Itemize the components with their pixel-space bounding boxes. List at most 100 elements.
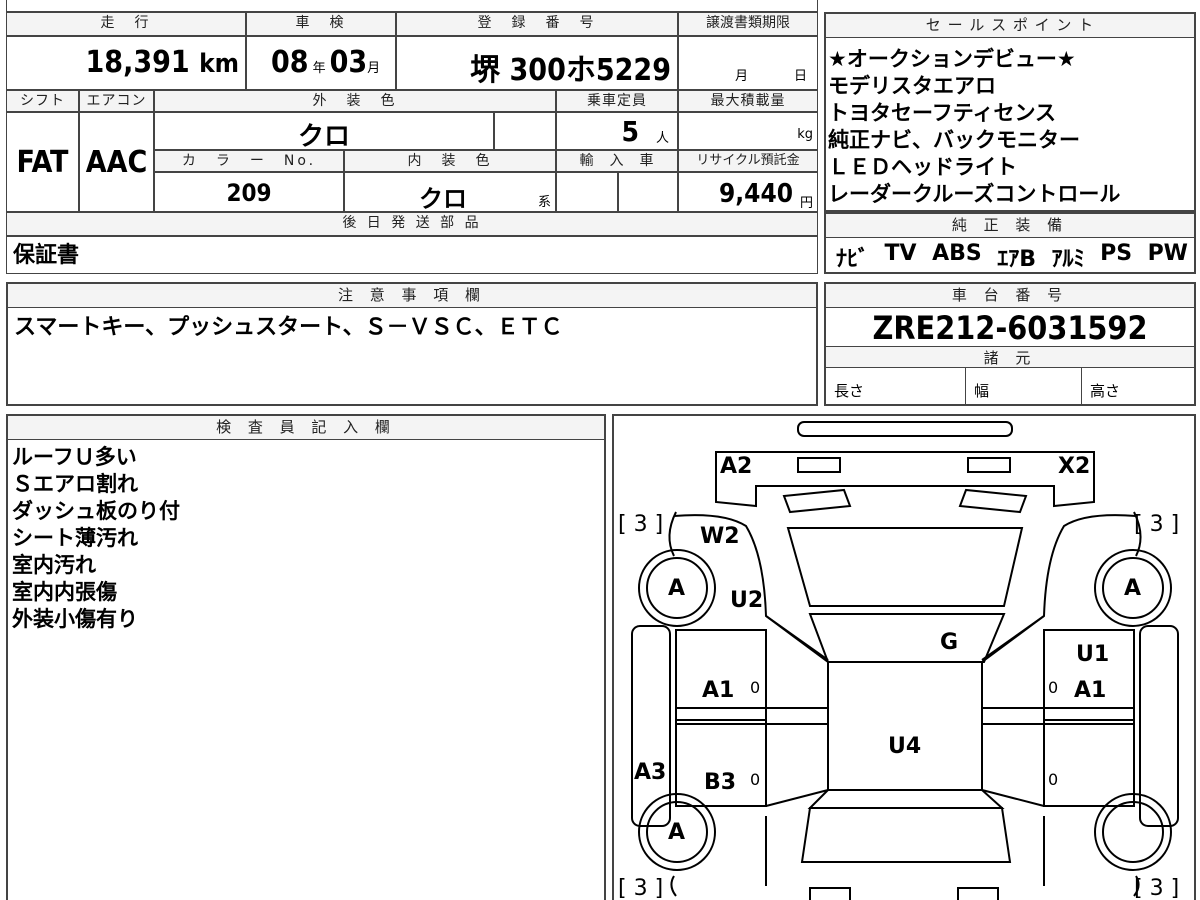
- capacity-cell: 5 人: [556, 112, 678, 150]
- genuine-equipment-header: 純 正 装 備: [826, 214, 1194, 238]
- sales-point-line: モデリスタエアロ: [828, 74, 996, 98]
- import-header: 輸 入 車: [556, 150, 678, 172]
- recycle-fee-header: リサイクル預託金: [678, 150, 818, 172]
- inspection-year: 08: [271, 45, 309, 80]
- equipment-item-pw: PW: [1147, 241, 1188, 266]
- inspection-cell: 08 年 03月: [246, 36, 396, 90]
- spec-length-cell: 長さ: [826, 368, 966, 404]
- spec-height-label: 高さ: [1090, 382, 1121, 400]
- inspection-year-unit: 年: [312, 61, 326, 76]
- equipment-item-navi: ﾅﾋﾞ: [836, 247, 870, 272]
- deadline-day-unit: 日: [793, 69, 807, 84]
- registration-number: 堺 300ホ5229: [470, 53, 671, 88]
- sales-point-line: レーダークルーズコントロール: [828, 182, 1121, 206]
- mileage-unit: km: [199, 49, 239, 79]
- sales-point-line: トヨタセーフティセンス: [828, 101, 1057, 125]
- inspector-line: 外装小傷有り: [12, 607, 138, 631]
- label-g: G: [940, 630, 959, 655]
- label-zero: 0: [1048, 678, 1059, 697]
- mileage-header: 走 行: [6, 12, 246, 36]
- inspection-month-unit: 月: [367, 61, 381, 76]
- registration-cell: 堺 300ホ5229: [396, 36, 678, 90]
- aircon-cell: AAC: [79, 112, 154, 212]
- notes-panel: 注 意 事 項 欄 スマートキー、プッシュスタート、Ｓ－ＶＳＣ、ＥＴＣ: [6, 282, 818, 406]
- label-a1-left: A1: [702, 678, 735, 703]
- spec-width-label: 幅: [974, 382, 990, 400]
- spec-height-cell: 高さ: [1082, 368, 1194, 404]
- capacity-unit: 人: [655, 131, 669, 146]
- transfer-deadline-cell: 月 日: [678, 36, 818, 90]
- genuine-equipment-panel: 純 正 装 備 ﾅﾋﾞ TV ABS ｴｱB ｱﾙﾐ PS PW: [824, 212, 1196, 274]
- capacity-header: 乗車定員: [556, 90, 678, 112]
- genuine-equipment-items: ﾅﾋﾞ TV ABS ｴｱB ｱﾙﾐ PS PW: [836, 241, 1188, 273]
- inspection-month: 03: [329, 45, 368, 80]
- registration-header: 登 録 番 号: [396, 12, 678, 36]
- bracket-bottom-left: [ 3 ]: [618, 876, 664, 900]
- label-tire-rl: A: [668, 820, 686, 845]
- inspector-line: ルーフＵ多い: [12, 445, 137, 469]
- sales-point-line: 純正ナビ、バックモニター: [828, 128, 1080, 152]
- label-zero: 0: [750, 678, 761, 697]
- sales-points-header: セ ー ル ス ポ イ ン ト: [826, 14, 1194, 38]
- label-w2: W2: [700, 524, 740, 549]
- interior-color-cell: クロ 系: [344, 172, 556, 213]
- max-load-unit: kg: [797, 127, 813, 142]
- aircon-header: エアコン: [79, 90, 154, 112]
- spec-header: 諸 元: [826, 346, 1194, 368]
- label-u2: U2: [730, 588, 764, 613]
- shift-cell: FAT: [6, 112, 79, 212]
- spec-length-label: 長さ: [834, 382, 865, 400]
- recycle-fee-value: 9,440: [719, 179, 793, 209]
- deadline-month-unit: 月: [735, 69, 749, 84]
- interior-color-suffix: 系: [537, 195, 551, 210]
- chassis-panel: 車 台 番 号 ZRE212-6031592 諸 元 長さ 幅 高さ: [824, 282, 1196, 406]
- mileage-value: 18,391: [85, 45, 190, 80]
- interior-color-value: クロ: [419, 185, 467, 213]
- spec-width-cell: 幅: [966, 368, 1082, 404]
- notes-value: スマートキー、プッシュスタート、Ｓ－ＶＳＣ、ＥＴＣ: [14, 315, 563, 340]
- sales-points-panel: セ ー ル ス ポ イ ン ト ★オークションデビュー★ モデリスタエアロ トヨ…: [824, 12, 1196, 212]
- inspector-line: 室内汚れ: [12, 553, 96, 577]
- sales-point-line: ★オークションデビュー★: [828, 47, 1076, 71]
- label-u1: U1: [1076, 642, 1110, 667]
- bracket-top-left: [ 3 ]: [618, 512, 664, 537]
- notes-header: 注 意 事 項 欄: [8, 284, 816, 308]
- equipment-item-alloy: ｱﾙﾐ: [1051, 247, 1085, 272]
- label-zero: 0: [750, 770, 761, 789]
- max-load-header: 最大積載量: [678, 90, 818, 112]
- import-cell-b: [618, 172, 678, 212]
- top-cut-row: [6, 0, 818, 12]
- later-parts-value: 保証書: [13, 243, 80, 268]
- shift-header: シフト: [6, 90, 79, 112]
- equipment-item-tv: TV: [884, 241, 917, 266]
- inspector-header: 検 査 員 記 入 欄: [8, 416, 604, 440]
- label-tire-fl: A: [668, 576, 686, 601]
- bracket-bottom-right: [ 3 ]: [1134, 876, 1180, 900]
- equipment-item-abs: ABS: [932, 241, 982, 266]
- label-a1-right: A1: [1074, 678, 1107, 703]
- recycle-fee-cell: 9,440 円: [678, 172, 818, 212]
- equipment-item-airbag: ｴｱB: [997, 247, 1037, 272]
- later-parts-cell: 保証書: [6, 236, 818, 274]
- shift-value: FAT: [16, 145, 69, 180]
- sales-points-list: ★オークションデビュー★ モデリスタエアロ トヨタセーフティセンス 純正ナビ、バ…: [828, 46, 1192, 208]
- later-parts-header: 後 日 発 送 部 品: [6, 212, 818, 236]
- label-a3: A3: [634, 760, 667, 785]
- exterior-color-cell: クロ: [154, 112, 494, 152]
- inspector-line: Ｓエアロ割れ: [12, 472, 138, 496]
- label-u4: U4: [888, 734, 922, 759]
- bracket-top-right: [ 3 ]: [1134, 512, 1180, 537]
- color-no-cell: 209: [154, 172, 344, 212]
- exterior-color-header: 外 装 色: [154, 90, 556, 112]
- interior-color-header: 内 装 色: [344, 150, 556, 172]
- inspector-panel: 検 査 員 記 入 欄 ルーフＵ多い Ｓエアロ割れ ダッシュ板のり付 シート薄汚…: [6, 414, 606, 900]
- label-b3: B3: [704, 770, 737, 795]
- capacity-value: 5: [621, 115, 639, 148]
- exterior-color-value: クロ: [297, 122, 350, 152]
- label-x2: X2: [1058, 454, 1091, 479]
- recycle-fee-unit: 円: [799, 196, 813, 211]
- aircon-value: AAC: [85, 145, 148, 180]
- transfer-deadline-header: 譲渡書類期限: [678, 12, 818, 36]
- equipment-item-ps: PS: [1100, 241, 1133, 266]
- sales-point-line: ＬＥＤヘッドライト: [828, 155, 1017, 179]
